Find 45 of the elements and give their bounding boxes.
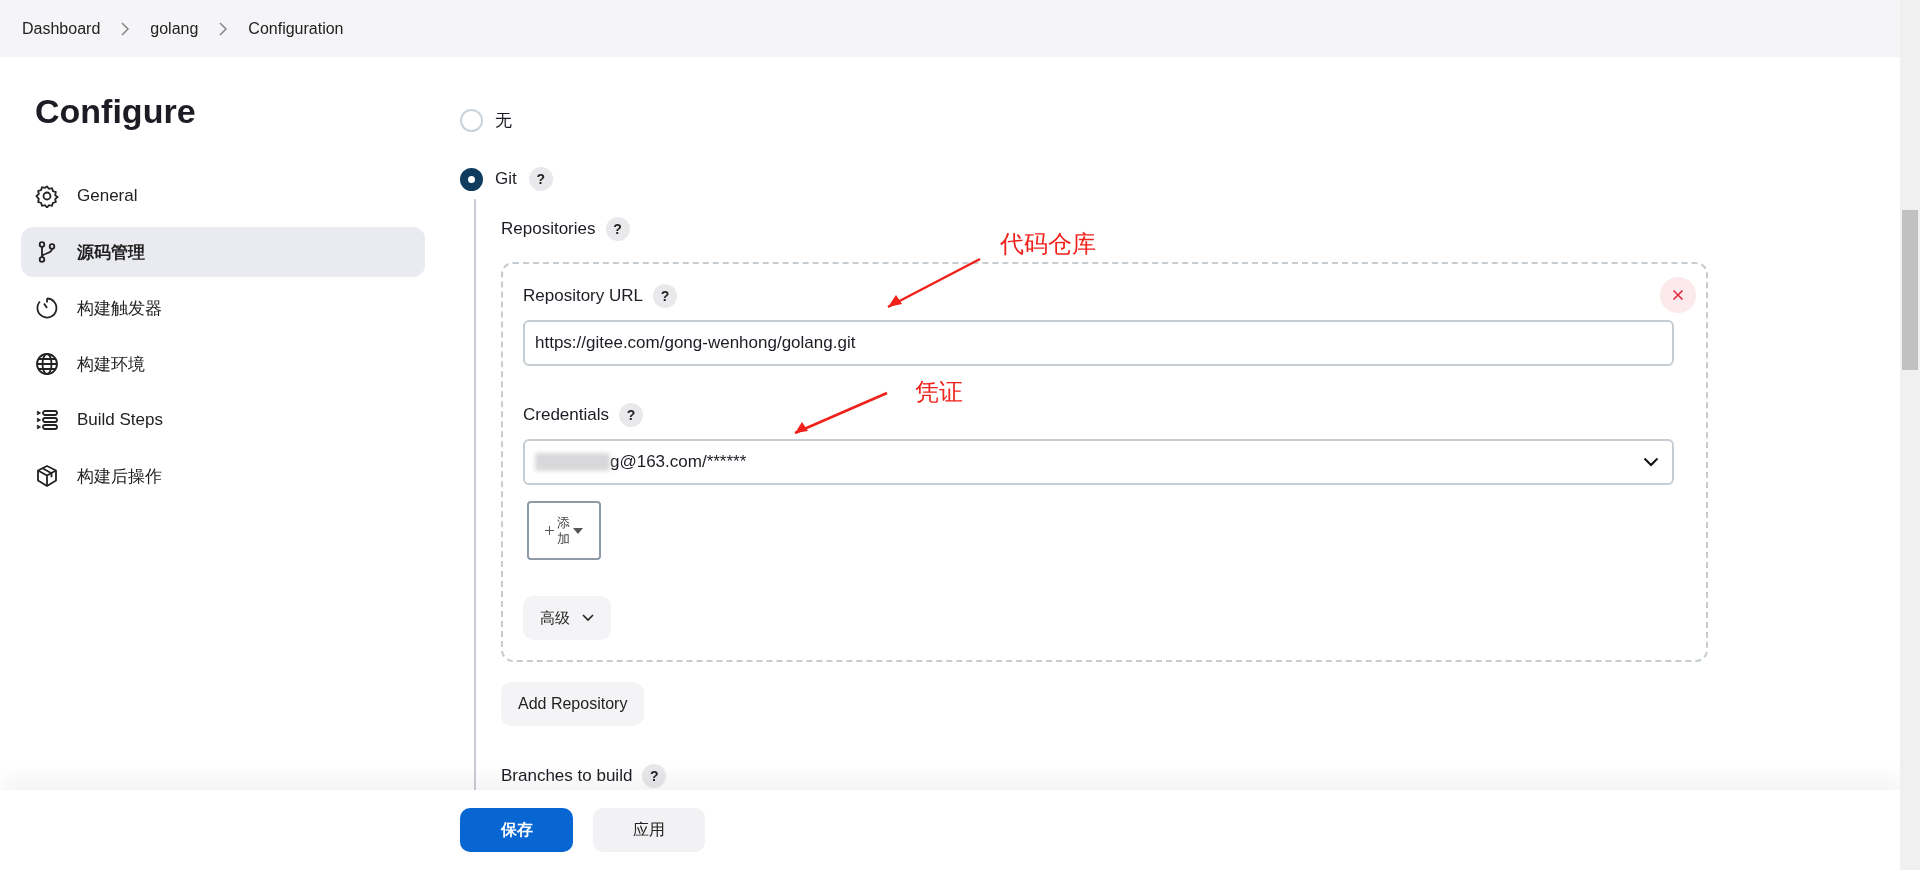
annotation-text: 代码仓库 — [1000, 229, 1096, 259]
chevron-right-icon — [218, 21, 229, 36]
credentials-select[interactable]: g@163.com/****** — [523, 439, 1674, 485]
apply-button[interactable]: 应用 — [593, 808, 705, 852]
page-title: Configure — [35, 91, 197, 131]
scrollbar-thumb[interactable] — [1902, 210, 1918, 370]
timer-icon — [35, 296, 59, 320]
help-button[interactable]: ? — [528, 167, 553, 191]
help-button[interactable]: ? — [642, 764, 667, 788]
sidebar-item[interactable]: 源码管理 — [21, 227, 425, 277]
breadcrumb-link[interactable]: Dashboard — [22, 19, 101, 38]
radio-label[interactable]: Git — [495, 169, 517, 189]
gear-icon — [35, 184, 59, 208]
sidebar-item[interactable]: 构建触发器 — [21, 283, 425, 333]
globe-icon — [35, 352, 59, 376]
breadcrumb-link[interactable]: golang — [150, 19, 199, 38]
list-icon — [35, 408, 59, 432]
field-label: Repository URL — [523, 286, 643, 306]
caret-icon — [573, 527, 583, 534]
add-button[interactable]: 添加 — [527, 501, 601, 560]
radio-button[interactable] — [460, 167, 483, 191]
save-button[interactable]: 保存 — [460, 808, 573, 852]
help-button[interactable]: ? — [653, 284, 677, 308]
help-button[interactable]: ? — [619, 403, 643, 427]
annotation-text: 凭证 — [915, 377, 963, 407]
scrollbar[interactable] — [1900, 0, 1920, 870]
chevron-down-icon — [1643, 457, 1659, 467]
breadcrumb-link[interactable]: Configuration — [248, 19, 344, 38]
advanced-button[interactable]: 高级 — [523, 596, 611, 640]
help-button[interactable]: ? — [605, 217, 630, 241]
box-icon — [35, 464, 59, 488]
add-repository-button[interactable]: Add Repository — [501, 682, 645, 726]
chevron-down-icon — [582, 614, 594, 622]
sidebar-item[interactable]: 构建后操作 — [21, 451, 425, 501]
radio-label[interactable]: 无 — [495, 108, 512, 132]
sidebar-item[interactable]: 构建环境 — [21, 339, 425, 389]
sidebar-item[interactable]: Build Steps — [21, 395, 425, 445]
plus-icon — [545, 526, 554, 535]
chevron-right-icon — [120, 21, 131, 36]
url-field[interactable]: https://gitee.com/gong-wenhong/golang.git — [523, 320, 1674, 366]
sidebar-item[interactable]: General — [21, 171, 425, 221]
section-label: Repositories — [501, 219, 596, 239]
close-icon[interactable] — [1660, 277, 1696, 313]
section-label: Branches to build — [501, 766, 633, 786]
field-label: Credentials — [523, 405, 609, 425]
